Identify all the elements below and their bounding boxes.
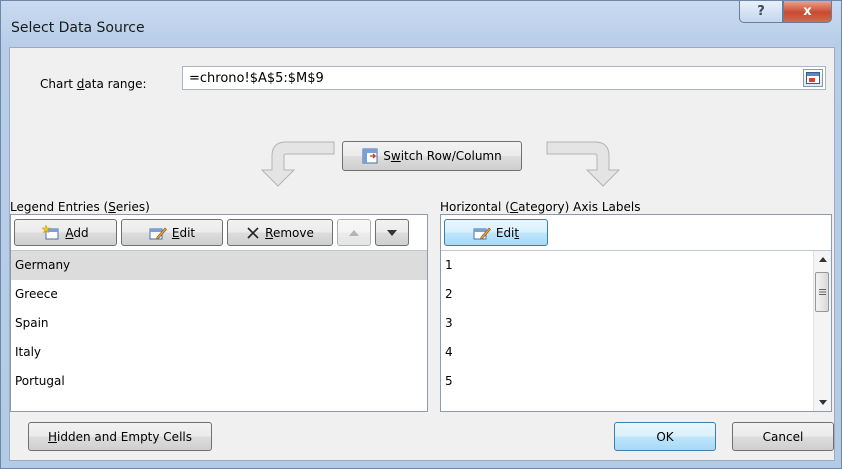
switch-row-column-label: Switch Row/Column: [383, 149, 502, 163]
curved-arrow-left-icon: [260, 141, 335, 187]
dialog-body: Chart data range: =chrono!$A$5:$M$9 Swit…: [9, 47, 835, 461]
remove-icon: [247, 226, 259, 239]
edit-series-button[interactable]: Edit: [121, 219, 223, 246]
ok-label: OK: [656, 429, 674, 444]
close-button[interactable]: x: [783, 1, 832, 23]
axis-label-item[interactable]: 1: [441, 251, 814, 280]
axis-labels-label: Horizontal (Category) Axis Labels: [440, 200, 641, 214]
axis-label-item[interactable]: 4: [441, 338, 814, 367]
title-bar[interactable]: Select Data Source ? x: [1, 1, 841, 45]
dialog-title: Select Data Source: [11, 20, 145, 36]
scroll-up-icon[interactable]: [814, 251, 831, 268]
edit-axis-labels-label: Edit: [495, 225, 520, 240]
cancel-label: Cancel: [762, 429, 804, 444]
legend-series-list[interactable]: Germany Greece Spain Italy Portugal: [11, 251, 427, 411]
series-item[interactable]: Italy: [11, 338, 427, 367]
edit-series-label: Edit: [171, 225, 196, 240]
close-icon: x: [803, 4, 812, 19]
move-down-button[interactable]: [375, 219, 409, 246]
switch-icon: [362, 148, 378, 164]
range-select-button[interactable]: [803, 69, 823, 87]
axis-label-item[interactable]: 2: [441, 280, 814, 309]
edit-icon: [149, 227, 167, 239]
axis-toolbar: Edit: [441, 215, 831, 251]
chart-data-range-value: =chrono!$A$5:$M$9: [189, 71, 324, 86]
add-series-label: Add: [65, 225, 89, 240]
remove-series-button[interactable]: Remove: [227, 219, 333, 246]
series-item[interactable]: Greece: [11, 280, 427, 309]
chart-data-range-label: Chart data range:: [40, 77, 147, 91]
axis-list-scrollbar[interactable]: [813, 251, 831, 411]
scroll-down-icon[interactable]: [814, 394, 831, 411]
edit-axis-labels-button[interactable]: Edit: [444, 219, 548, 246]
legend-toolbar: Add Edit Remove: [11, 215, 427, 251]
legend-entries-panel: Add Edit Remove Germany Greece Spain Ita…: [10, 214, 428, 412]
legend-entries-label: Legend Entries (Series): [10, 200, 150, 214]
hidden-empty-cells-label: Hidden and Empty Cells: [48, 429, 192, 444]
move-up-button[interactable]: [337, 219, 371, 246]
ok-button[interactable]: OK: [614, 422, 716, 451]
axis-label-item[interactable]: 3: [441, 309, 814, 338]
axis-labels-list[interactable]: 1 2 3 4 5: [441, 251, 831, 411]
chart-data-range-input[interactable]: =chrono!$A$5:$M$9: [182, 66, 826, 90]
series-item[interactable]: Germany: [11, 251, 427, 280]
curved-arrow-right-icon: [546, 141, 621, 187]
add-series-button[interactable]: Add: [14, 219, 117, 246]
help-icon: ?: [757, 4, 765, 19]
axis-labels-panel: Edit 1 2 3 4 5: [440, 214, 832, 412]
remove-series-label: Remove: [265, 225, 314, 240]
move-down-icon: [387, 229, 397, 236]
series-item[interactable]: Spain: [11, 309, 427, 338]
add-series-icon: [42, 224, 59, 239]
series-item[interactable]: Portugal: [11, 367, 427, 396]
scroll-thumb[interactable]: [815, 272, 829, 312]
dialog-window: Select Data Source ? x Chart data range:…: [0, 0, 842, 469]
move-up-icon: [349, 229, 359, 236]
help-button[interactable]: ?: [739, 1, 783, 23]
axis-label-item[interactable]: 5: [441, 367, 814, 396]
hidden-empty-cells-button[interactable]: Hidden and Empty Cells: [28, 422, 212, 451]
switch-row-column-button[interactable]: Switch Row/Column: [342, 141, 522, 171]
range-select-icon: [806, 72, 820, 84]
cancel-button[interactable]: Cancel: [732, 422, 834, 451]
edit-icon: [473, 227, 491, 239]
